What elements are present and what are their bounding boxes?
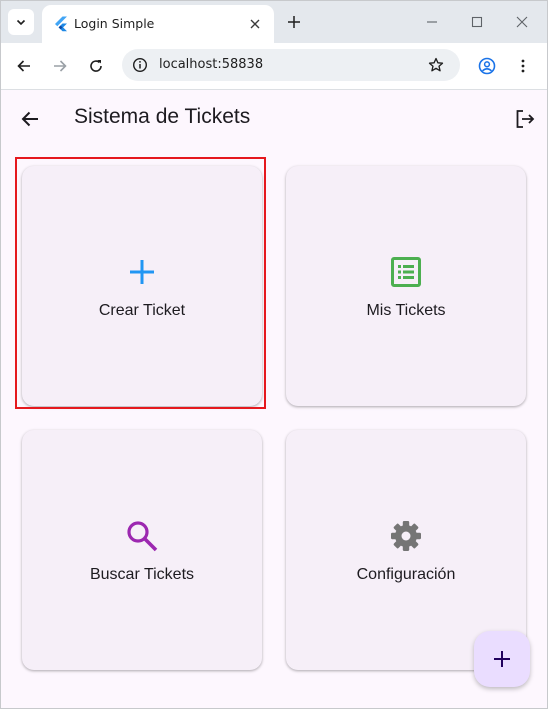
bookmark-button[interactable] <box>426 55 446 75</box>
back-button[interactable] <box>13 55 35 77</box>
site-info-icon <box>132 57 148 73</box>
card-mis-tickets[interactable]: Mis Tickets <box>286 166 526 406</box>
minimize-icon <box>427 21 437 23</box>
new-tab-button[interactable] <box>284 12 304 32</box>
browser-menu-button[interactable] <box>512 55 534 77</box>
app-content: Sistema de Tickets Crear Ticket Mis Tick… <box>1 90 547 708</box>
tab-close-button[interactable] <box>246 15 264 33</box>
site-info-button[interactable] <box>130 55 150 75</box>
tab-search-button[interactable] <box>8 9 34 35</box>
fab-add-button[interactable] <box>474 631 530 687</box>
arrow-left-icon <box>21 111 38 127</box>
arrow-right-icon <box>54 60 67 72</box>
browser-toolbar: localhost:58838 <box>1 43 547 90</box>
account-icon <box>478 57 496 75</box>
close-window-button[interactable] <box>512 12 532 32</box>
browser-window: Login Simple localhost:58838 Sistema de … <box>0 0 548 709</box>
card-buscar-tickets[interactable]: Buscar Tickets <box>22 430 262 670</box>
card-label: Crear Ticket <box>98 302 186 319</box>
minimize-button[interactable] <box>422 12 442 32</box>
url-text: localhost:58838 <box>159 57 264 72</box>
close-icon <box>516 16 528 28</box>
logout-icon <box>516 110 535 128</box>
profile-button[interactable] <box>476 55 498 77</box>
add-icon <box>494 651 510 667</box>
add-icon <box>124 254 160 290</box>
forward-button[interactable] <box>49 55 71 77</box>
chevron-down-icon <box>16 19 26 26</box>
card-label: Mis Tickets <box>366 302 446 319</box>
list-alt-icon <box>388 254 424 290</box>
flutter-icon <box>55 16 67 32</box>
card-label: Configuración <box>356 566 456 583</box>
reload-icon <box>90 60 102 72</box>
more-vertical-icon <box>521 59 525 73</box>
tab-strip: Login Simple <box>1 1 547 43</box>
close-icon <box>250 19 260 29</box>
settings-icon <box>388 518 424 554</box>
address-bar[interactable]: localhost:58838 <box>122 49 460 81</box>
maximize-button[interactable] <box>467 12 487 32</box>
tab-title: Login Simple <box>74 16 155 31</box>
app-back-button[interactable] <box>18 107 42 131</box>
plus-icon <box>288 16 300 28</box>
logout-button[interactable] <box>513 107 537 131</box>
search-icon <box>124 518 160 554</box>
page-title: Sistema de Tickets <box>74 105 251 128</box>
maximize-icon <box>471 16 483 28</box>
reload-button[interactable] <box>85 55 107 77</box>
card-label: Buscar Tickets <box>89 566 195 583</box>
card-crear-ticket[interactable]: Crear Ticket <box>22 166 262 406</box>
arrow-left-icon <box>17 60 30 72</box>
browser-tab[interactable]: Login Simple <box>42 5 274 43</box>
star-icon <box>428 57 444 72</box>
